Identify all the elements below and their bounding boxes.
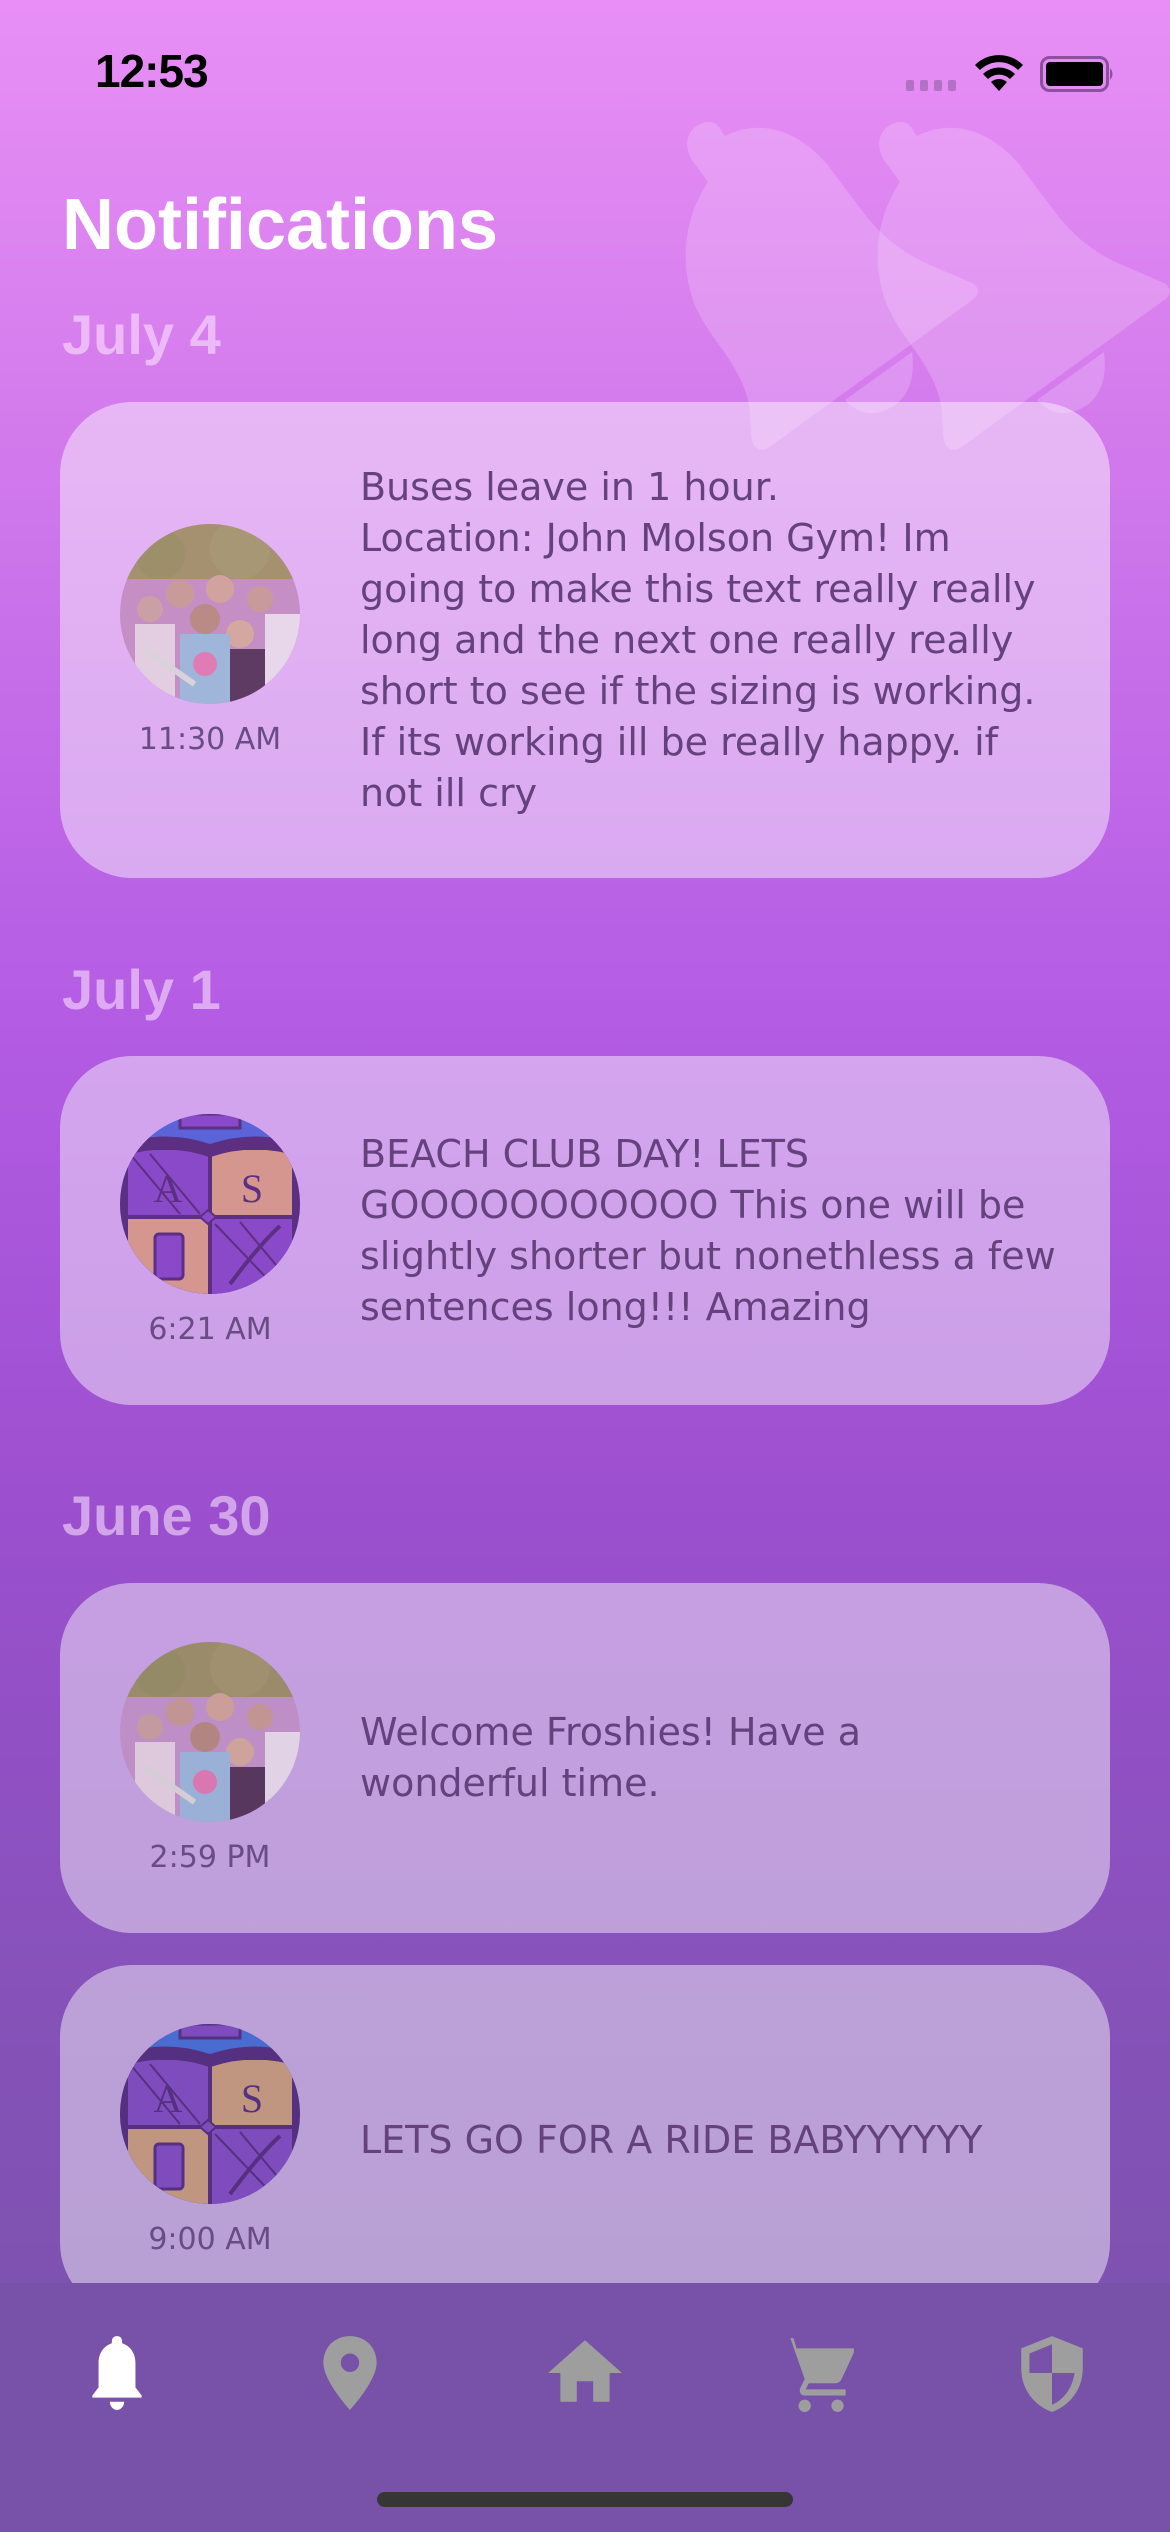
tab-safety[interactable] <box>992 2323 1112 2423</box>
home-indicator <box>377 2492 793 2507</box>
crest-logo-image: A S <box>120 2023 300 2204</box>
status-bar: 12:53 <box>0 0 1170 130</box>
wifi-icon <box>975 55 1023 91</box>
notification-message: LETS GO FOR A RIDE BABYYYYYY <box>360 2117 983 2162</box>
tab-notifications[interactable] <box>57 2323 177 2423</box>
svg-text:S: S <box>241 2076 263 2121</box>
notification-message: BEACH CLUB DAY! LETS GOOOOOOOOOOO This o… <box>360 1131 1056 1329</box>
notification-time: 6:21 AM <box>148 1312 272 1347</box>
notification-time: 2:59 PM <box>149 1839 271 1875</box>
shield-icon <box>1021 2336 1083 2412</box>
notification-card[interactable]: A S 6:21 AM BEACH CLUB DAY! LETS GOOOOOO… <box>60 1056 1110 1405</box>
notification-card[interactable]: 11:30 AM Buses leave in 1 hour. Location… <box>60 402 1110 878</box>
crowd-photo-image <box>120 523 300 704</box>
status-time: 12:53 <box>95 45 209 97</box>
notification-message: Welcome Froshies! Have a wonderful time. <box>360 1710 862 1805</box>
crest-logo-image: A S <box>120 1114 300 1294</box>
notification-card[interactable]: 2:59 PM Welcome Froshies! Have a wonderf… <box>60 1583 1110 1933</box>
svg-text:A: A <box>154 1166 183 1211</box>
avatar <box>120 1641 300 1822</box>
tab-map[interactable] <box>290 2323 410 2423</box>
tab-shop[interactable] <box>757 2323 877 2423</box>
notification-time: 11:30 AM <box>138 721 282 757</box>
battery-icon <box>1040 56 1113 92</box>
map-pin-icon <box>323 2336 377 2410</box>
cart-icon <box>780 2338 854 2412</box>
date-header: July 1 <box>62 958 221 1021</box>
avatar: A S <box>120 1114 300 1294</box>
crowd-photo-image <box>120 1641 300 1822</box>
notification-card[interactable]: A S 9:00 AM LETS GO FOR A RIDE BABYYYYYY <box>60 1965 1110 2315</box>
home-icon <box>548 2340 622 2402</box>
svg-text:A: A <box>154 2076 183 2121</box>
notification-message: Buses leave in 1 hour. Location: John Mo… <box>360 464 1036 815</box>
date-header: July 4 <box>62 303 221 366</box>
avatar <box>120 523 300 704</box>
svg-text:S: S <box>241 1166 263 1211</box>
notification-time: 9:00 AM <box>148 2221 272 2257</box>
avatar: A S <box>120 2023 300 2204</box>
date-header: June 30 <box>62 1484 271 1547</box>
decorative-bells-icon <box>685 122 1170 450</box>
bell-icon <box>92 2336 142 2410</box>
tab-home[interactable] <box>525 2323 645 2423</box>
page-title: Notifications <box>62 185 499 265</box>
cellular-signal-icon <box>906 80 956 91</box>
